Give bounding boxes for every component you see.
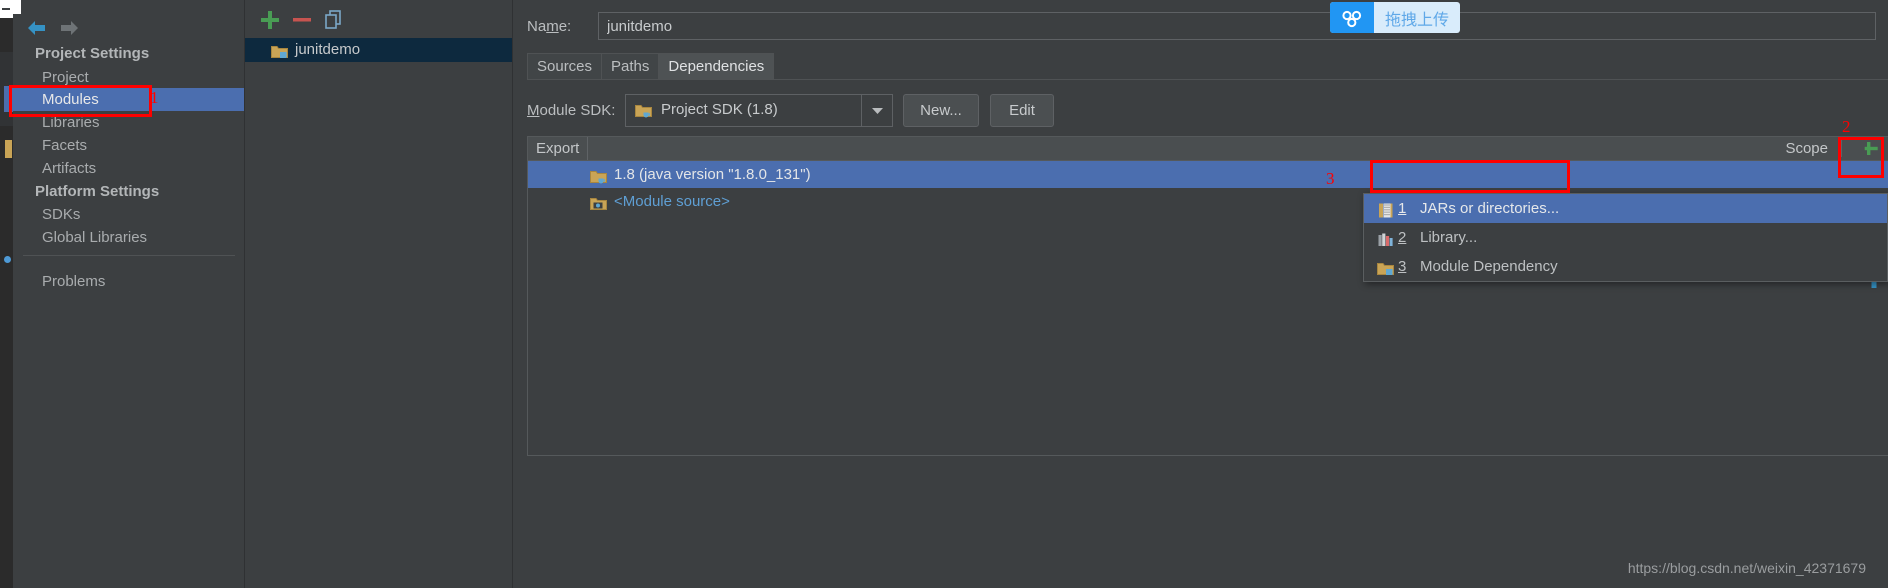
sidebar-item-label: Facets [42,137,88,154]
tab-paths[interactable]: Paths [601,53,660,80]
add-dependency-plus-button[interactable] [1854,137,1888,160]
module-name-input[interactable] [598,12,1876,40]
sidebar-item-libraries[interactable]: Libraries [13,111,244,134]
nav-toolbar [13,8,244,42]
module-sdk-label: Module SDK: [527,102,616,119]
new-sdk-button[interactable]: New... [903,94,979,127]
watermark: https://blog.csdn.net/weixin_42371679 [1627,560,1866,576]
tabs-underline [527,79,1888,80]
background-strip-dot [4,256,11,263]
nav-section-project-settings: Project Settings [35,45,150,62]
module-folder-icon [271,43,288,67]
menu-item-number: 3 [1398,258,1407,275]
sidebar-item-sdks[interactable]: SDKs [13,203,244,226]
chevron-down-icon[interactable] [861,95,892,126]
menu-item-number: 2 [1398,229,1407,246]
tab-dependencies[interactable]: Dependencies [658,53,775,80]
sdk-folder-icon [635,103,652,124]
dependencies-table-header: Export Scope [527,136,1888,161]
upload-badge-label: 拖拽上传 [1384,9,1449,29]
column-header-scope[interactable]: Scope [1777,137,1836,160]
sidebar-item-label: Project [42,69,89,86]
menu-item-library[interactable]: 2 Library... [1364,223,1887,252]
list-item[interactable]: junitdemo [245,38,513,62]
background-strip-marker [5,140,12,158]
remove-module-icon[interactable] [289,7,315,33]
modules-toolbar [245,0,513,38]
module-detail-panel: Name: Sources Paths Dependencies Module … [512,0,1888,588]
module-sdk-select[interactable]: Project SDK (1.8) [625,94,893,127]
module-name-row: Name: [513,0,1888,48]
name-label: Name: [527,18,572,35]
sidebar-item-global-libraries[interactable]: Global Libraries [13,226,244,249]
copy-module-icon[interactable] [321,7,347,33]
background-window-strip [0,0,13,588]
arrow-right-icon [57,18,81,38]
menu-item-number: 1 [1398,200,1407,217]
arrow-left-icon[interactable] [25,18,49,38]
sidebar-item-artifacts[interactable]: Artifacts [13,157,244,180]
module-sdk-value: Project SDK (1.8) [661,101,778,118]
menu-item-label: JARs or directories... [1420,200,1560,217]
menu-item-module-dependency[interactable]: 3 Module Dependency [1364,252,1887,281]
selection-band [13,88,244,111]
sidebar-item-label: SDKs [42,206,81,223]
tab-label: Sources [537,58,593,75]
sidebar-item-label: Global Libraries [42,229,148,246]
nav-section-platform-settings: Platform Settings [35,183,160,200]
column-separator [1841,140,1842,157]
baidu-cloud-icon [1330,2,1374,33]
sidebar-item-label: Problems [42,273,106,290]
menu-item-jars-or-directories[interactable]: 1 JARs or directories... [1364,194,1887,223]
upload-badge[interactable]: 拖拽上传 [1330,2,1460,33]
tab-label: Paths [611,58,650,75]
module-tabs: Sources Paths Dependencies [527,53,775,80]
sidebar-item-label: Libraries [42,114,100,131]
menu-item-label: Library... [1420,229,1478,246]
sidebar-item-facets[interactable]: Facets [13,134,244,157]
nav-divider [23,255,235,256]
tab-label: Dependencies [668,58,765,75]
dependency-label: 1.8 (java version "1.8.0_131") [614,166,811,183]
tab-sources[interactable]: Sources [527,53,603,80]
menu-item-label: Module Dependency [1420,258,1558,275]
app-window: Project Settings Project Modules Librari… [0,0,1888,588]
module-name-label: junitdemo [295,41,361,58]
sidebar-item-label: Artifacts [42,160,97,177]
table-row[interactable]: 1.8 (java version "1.8.0_131") [528,161,1888,188]
sidebar-item-problems[interactable]: Problems [13,270,244,293]
edit-sdk-button[interactable]: Edit [990,94,1054,127]
module-folder-icon [1377,258,1394,287]
modules-list-panel: junitdemo [244,0,513,588]
column-header-export[interactable]: Export [528,137,589,160]
top-white-sliver [13,0,21,14]
background-strip-selection [4,86,13,112]
module-source-icon [590,194,607,221]
sidebar-item-project[interactable]: Project [13,66,244,89]
add-module-icon[interactable] [257,7,283,33]
module-sdk-row: Module SDK: Project SDK (1.8) New... Edi… [513,92,1888,132]
background-strip-line [2,8,10,10]
add-dependency-menu: 1 JARs or directories... 2 Library... 3 … [1363,193,1888,282]
dependency-label: <Module source> [614,193,730,210]
